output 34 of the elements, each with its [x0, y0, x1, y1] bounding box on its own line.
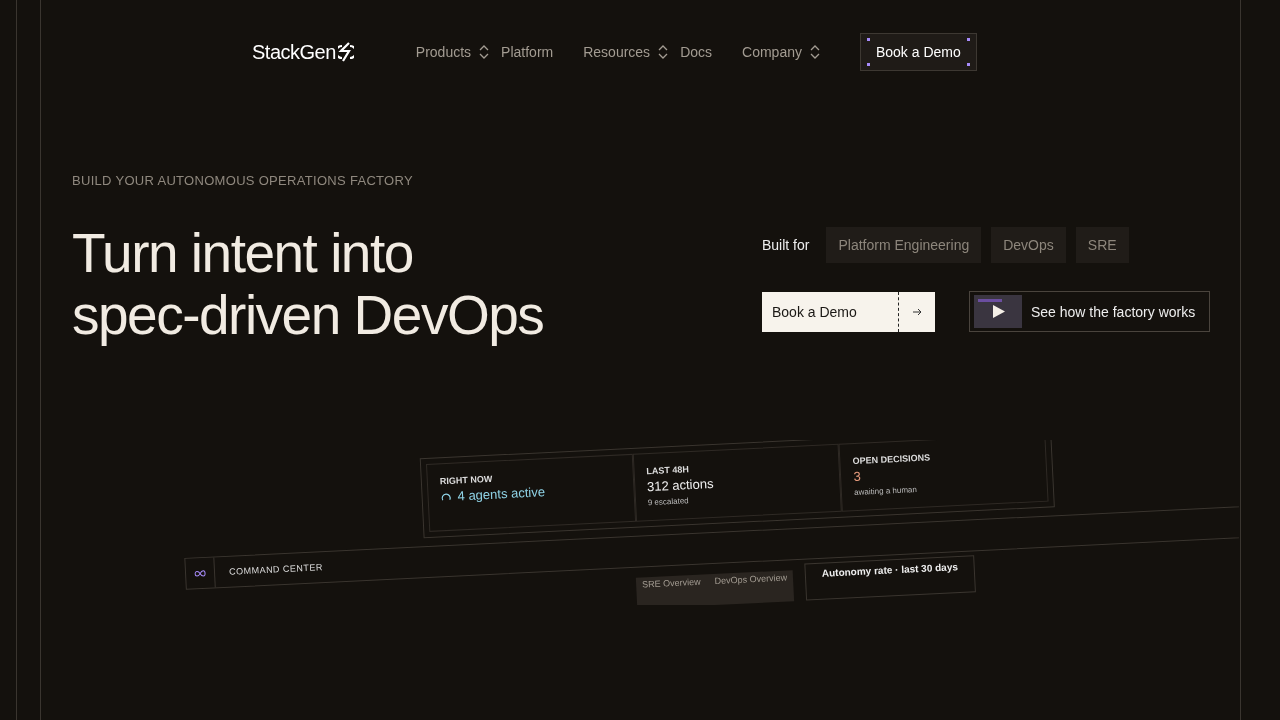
video-button[interactable]: See how the factory works	[969, 291, 1211, 332]
chevron-icon	[809, 44, 820, 60]
book-demo-button[interactable]: Book a Demo	[859, 33, 977, 71]
play-icon	[974, 295, 1022, 328]
stat-note: 9 escalated	[647, 495, 690, 508]
infinity-icon	[193, 569, 207, 577]
stat-label: LAST 48H	[646, 463, 690, 477]
built-for-label: Built for	[762, 237, 810, 253]
stat-value: 312 actions	[646, 475, 714, 495]
nav-link[interactable]: Platform	[501, 44, 554, 60]
panel-title: COMMAND CENTER	[228, 562, 324, 577]
eyebrow-text: BUILD YOUR AUTONOMOUS OPERATIONS FACTORY	[72, 173, 414, 188]
stat-value: 3	[853, 468, 862, 485]
spinner-icon	[440, 490, 452, 503]
logo-icon	[337, 42, 354, 62]
chevron-icon	[479, 44, 490, 60]
audience-tag: Platform Engineering	[826, 227, 982, 263]
nav-link[interactable]: Products	[415, 44, 490, 60]
audience-tag: DevOps	[991, 227, 1066, 263]
tab[interactable]: DevOps Overview	[712, 572, 791, 604]
book-demo-button[interactable]: Book a Demo	[762, 291, 935, 332]
arrow-icon	[912, 307, 922, 316]
tab[interactable]: SRE Overview	[639, 576, 704, 605]
nav-link[interactable]: Docs	[680, 44, 713, 60]
nav-link[interactable]: Company	[742, 44, 820, 60]
chevron-icon	[658, 44, 669, 60]
hero-heading: Turn intent into spec-driven DevOps	[72, 222, 544, 346]
stat-label: RIGHT NOW	[439, 472, 494, 487]
nav-link[interactable]: Resources	[583, 44, 669, 60]
stat-label: OPEN DECISIONS	[852, 451, 932, 467]
logo[interactable]: StackGen	[252, 40, 354, 64]
stat-value: 4 agents active	[457, 484, 546, 504]
stat-note: awaiting a human	[854, 484, 919, 498]
audience-tag: SRE	[1075, 227, 1129, 263]
